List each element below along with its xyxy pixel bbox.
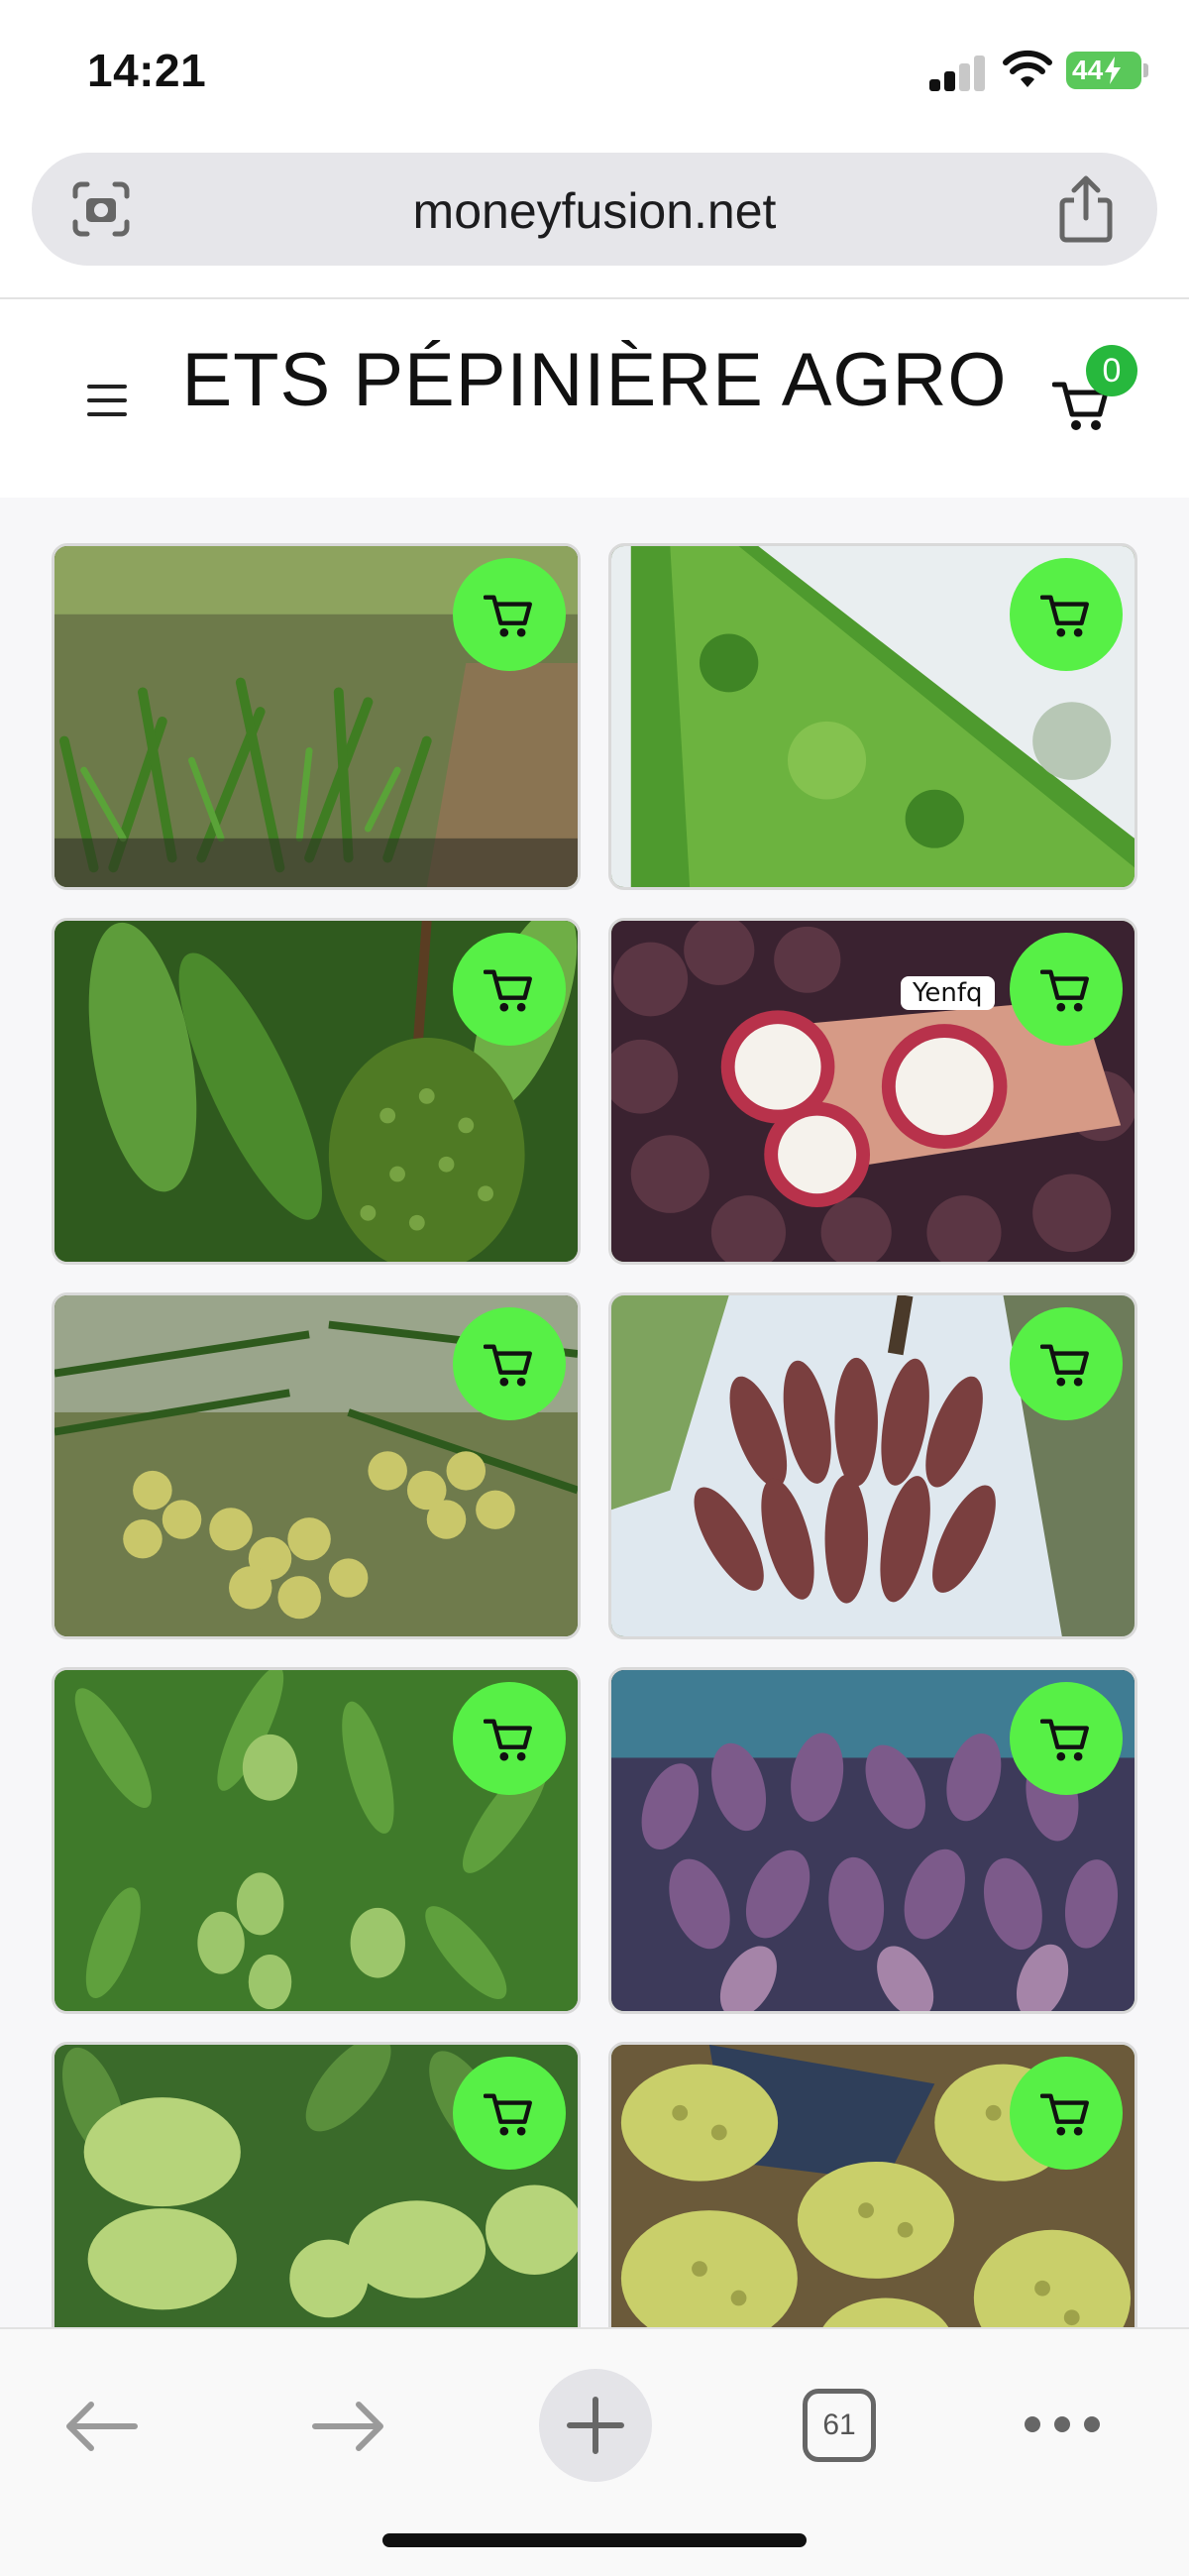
cart-icon [1040,595,1089,637]
site-title[interactable]: ETS PÉPINIÈRE AGRO [119,337,1070,423]
cart-icon [1040,1719,1089,1761]
forward-arrow-icon[interactable] [309,2397,388,2456]
site-header: ETS PÉPINIÈRE AGRO 0 [0,299,1189,498]
add-to-cart-button[interactable] [1010,2057,1123,2170]
add-to-cart-button[interactable] [453,933,566,1046]
wifi-icon [1003,50,1052,87]
product-card[interactable] [608,1667,1137,2014]
product-card[interactable]: Yenfq [608,918,1137,1265]
tab-count: 61 [822,2408,856,2441]
add-to-cart-button[interactable] [1010,1307,1123,1420]
add-to-cart-button[interactable] [1010,558,1123,671]
product-card[interactable] [52,543,581,890]
back-arrow-icon[interactable] [61,2397,141,2456]
cart-icon [484,969,532,1012]
cart-icon [484,595,532,637]
tab-switcher-button[interactable]: 61 [803,2389,876,2462]
more-menu-icon[interactable] [1025,2412,1104,2436]
product-card[interactable] [608,1292,1137,1639]
cellular-signal-icon [929,56,985,91]
add-to-cart-button[interactable] [453,1307,566,1420]
battery-indicator: 44 [1066,52,1141,89]
cart-icon [484,1344,532,1387]
add-to-cart-button[interactable] [453,558,566,671]
product-card[interactable] [608,2042,1137,2327]
add-to-cart-button[interactable] [453,1682,566,1795]
cart-icon [484,2093,532,2136]
product-card[interactable] [52,1292,581,1639]
charging-bolt-icon [1105,56,1122,84]
home-indicator [382,2533,807,2547]
cart-icon [1040,969,1089,1012]
cart-icon [1040,2093,1089,2136]
url-text[interactable]: moneyfusion.net [32,182,1157,240]
share-icon[interactable] [1054,174,1118,244]
plus-icon [567,2397,624,2454]
cart-count-badge[interactable]: 0 [1086,345,1137,396]
battery-level: 44 [1072,55,1104,85]
product-card[interactable] [52,1667,581,2014]
cart-icon [1040,1344,1089,1387]
product-card[interactable] [52,2042,581,2327]
cart-icon [484,1719,532,1761]
url-bar[interactable]: moneyfusion.net [32,153,1157,266]
product-grid: Yenfq [0,498,1189,2327]
add-to-cart-button[interactable] [1010,933,1123,1046]
add-to-cart-button[interactable] [1010,1682,1123,1795]
status-time: 14:21 [87,45,207,96]
status-bar: 14:21 44 [0,0,1189,139]
image-watermark-text: Yenfq [901,976,995,1010]
new-tab-button[interactable] [539,2369,652,2482]
add-to-cart-button[interactable] [453,2057,566,2170]
product-card[interactable] [52,918,581,1265]
product-card[interactable] [608,543,1137,890]
battery-tip [1143,63,1148,77]
